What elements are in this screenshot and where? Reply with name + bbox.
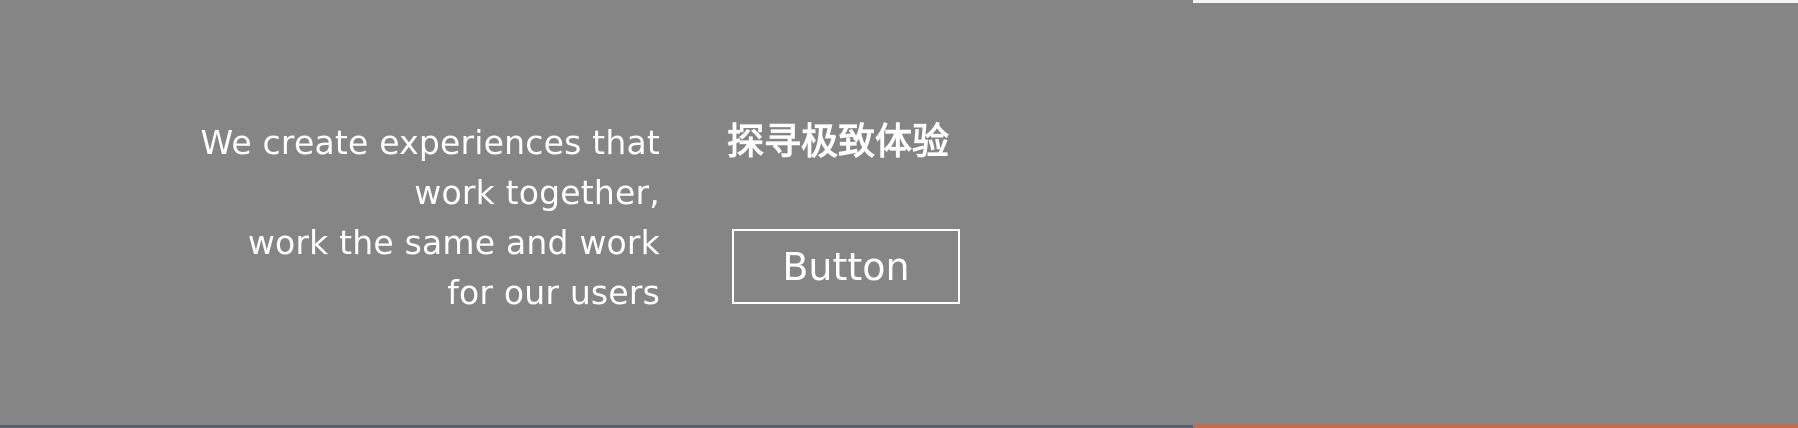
tagline-line: work together, xyxy=(414,173,660,212)
cta-button[interactable]: Button xyxy=(732,229,960,304)
hero-slogan: 探寻极致体验 xyxy=(727,120,949,163)
cta-group: 探寻极致体验 Button xyxy=(722,112,972,312)
hero-tagline: We create experiences that work together… xyxy=(120,118,660,318)
tagline-line: work the same and work xyxy=(247,223,660,262)
top-edge-highlight xyxy=(1193,0,1798,3)
bottom-accent-strip xyxy=(1193,424,1798,428)
tagline-line: for our users xyxy=(447,273,660,312)
hero-section: We create experiences that work together… xyxy=(0,0,1798,428)
tagline-line: We create experiences that xyxy=(200,123,660,162)
